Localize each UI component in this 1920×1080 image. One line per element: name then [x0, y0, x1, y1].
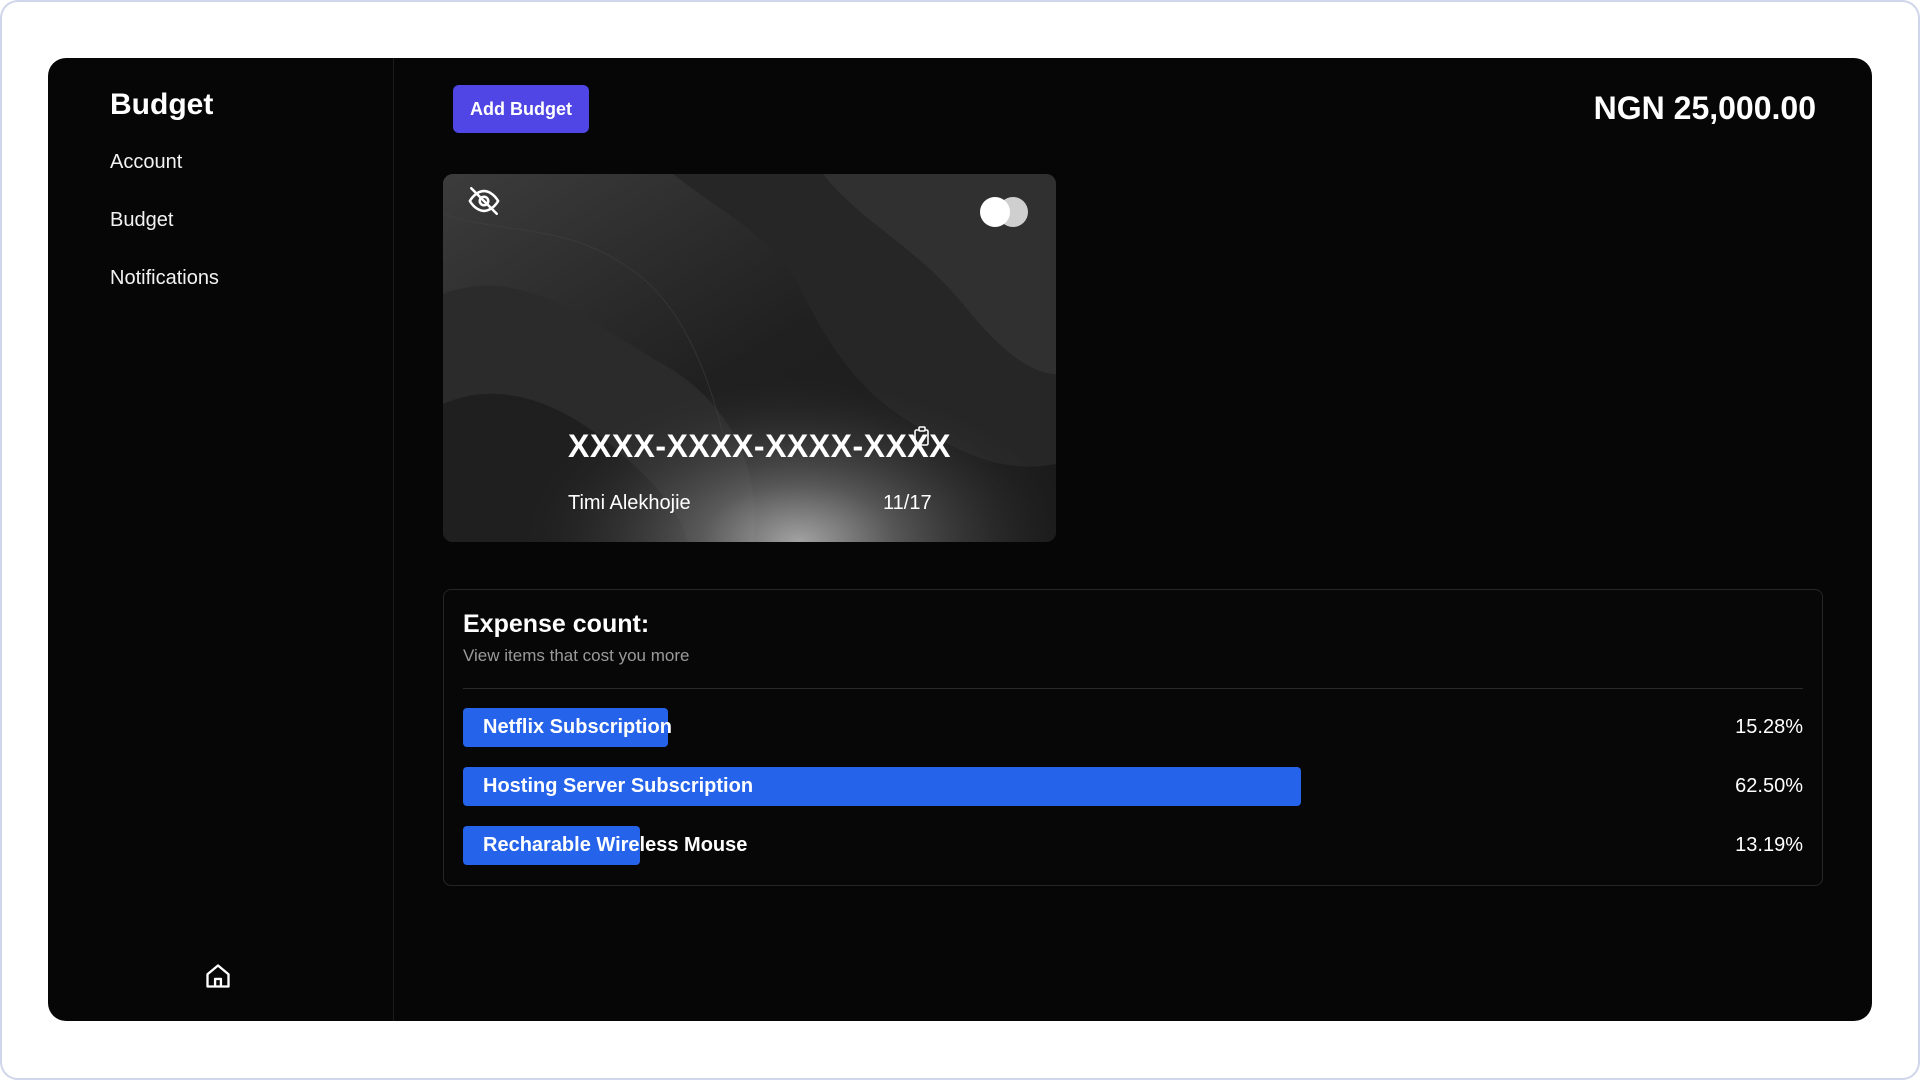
- expense-label: Netflix Subscription: [483, 716, 672, 738]
- sidebar-item-notifications[interactable]: Notifications: [110, 266, 219, 324]
- expense-label: Recharable Wireless Mouse: [483, 834, 748, 856]
- sidebar-item-account[interactable]: Account: [110, 150, 219, 208]
- copy-icon[interactable]: [913, 426, 931, 446]
- card-number: XXXX-XXXX-XXXX-XXXX: [568, 428, 951, 464]
- card-brand-icon[interactable]: [973, 194, 1033, 230]
- main-content: Add Budget NGN 25,000.00 XXXX-XXXX-XXXX-…: [394, 58, 1872, 1021]
- expense-subtitle: View items that cost you more: [463, 646, 690, 665]
- add-budget-button[interactable]: Add Budget: [453, 85, 589, 133]
- eye-off-icon[interactable]: [467, 184, 501, 218]
- virtual-card: XXXX-XXXX-XXXX-XXXX Timi Alekhojie 11/17: [443, 174, 1056, 542]
- expense-percent: 15.28%: [1735, 716, 1803, 738]
- balance-amount: NGN 25,000.00: [1593, 90, 1816, 126]
- expense-row[interactable]: Hosting Server Subscription 62.50%: [463, 767, 1803, 807]
- expense-label: Hosting Server Subscription: [483, 775, 754, 797]
- sidebar: Budget Account Budget Notifications: [48, 58, 394, 1021]
- home-icon[interactable]: [204, 962, 232, 990]
- expense-percent: 62.50%: [1735, 775, 1803, 797]
- card-background: [443, 174, 1056, 542]
- expense-title: Expense count:: [463, 610, 650, 638]
- expense-percent: 13.19%: [1735, 834, 1803, 856]
- divider: [463, 688, 1803, 689]
- expense-row[interactable]: Recharable Wireless Mouse 13.19%: [463, 826, 1803, 866]
- expense-row[interactable]: Netflix Subscription 15.28%: [463, 708, 1803, 748]
- card-holder-name: Timi Alekhojie: [568, 492, 691, 514]
- card-expiry: 11/17: [883, 492, 932, 514]
- sidebar-title: Budget: [110, 88, 214, 121]
- sidebar-nav: Account Budget Notifications: [110, 150, 219, 324]
- app-window: Budget Account Budget Notifications Add …: [48, 58, 1872, 1021]
- expense-panel: Expense count: View items that cost you …: [443, 589, 1823, 886]
- sidebar-item-budget[interactable]: Budget: [110, 208, 219, 266]
